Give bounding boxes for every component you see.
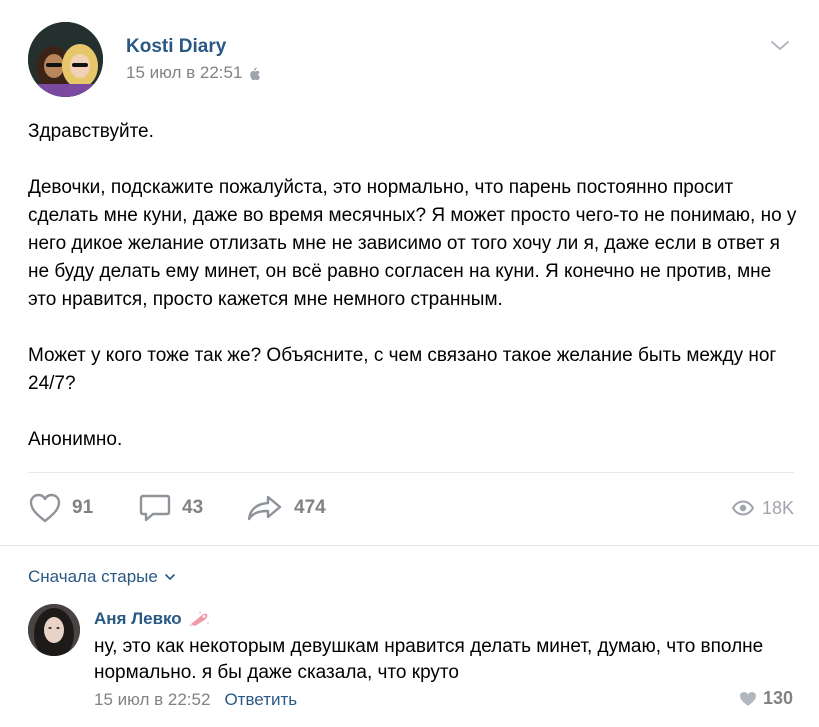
rocket-icon bbox=[188, 611, 209, 626]
comment-count: 43 bbox=[182, 497, 204, 518]
share-button[interactable]: 474 bbox=[246, 488, 326, 528]
comment-meta: 15 июл в 22:52 Ответить bbox=[94, 690, 297, 710]
divider bbox=[28, 472, 794, 473]
comment-author[interactable]: Аня Левко bbox=[94, 609, 210, 629]
sort-label: Сначала старые bbox=[28, 567, 158, 586]
comment-sort-dropdown[interactable]: Сначала старые bbox=[28, 567, 176, 587]
views-counter: 18K bbox=[731, 488, 794, 528]
comment-avatar[interactable] bbox=[28, 604, 80, 656]
post-actions: 91 43 474 18K bbox=[28, 488, 794, 528]
post-text: Здравствуйте. Девочки, подскажите пожалу… bbox=[28, 118, 798, 482]
comment-like-button[interactable]: 130 bbox=[739, 688, 793, 709]
views-count: 18K bbox=[761, 497, 794, 518]
comment-date[interactable]: 15 июл в 22:52 bbox=[94, 690, 210, 710]
apple-icon bbox=[248, 66, 261, 81]
comment-button[interactable]: 43 bbox=[138, 488, 203, 528]
post-paragraph: Девочки, подскажите пожалуйста, это норм… bbox=[28, 177, 797, 310]
reply-button[interactable]: Ответить bbox=[224, 690, 297, 710]
post-card: Kosti Diary 15 июл в 22:51 Здравствуйте.… bbox=[0, 0, 819, 727]
comment-author-name: Аня Левко bbox=[94, 609, 182, 628]
comment-icon bbox=[139, 494, 171, 522]
post-paragraph: Может у кого тоже так же? Объясните, с ч… bbox=[28, 345, 777, 394]
comment-like-count: 130 bbox=[762, 688, 793, 708]
post-paragraph: Анонимно. bbox=[28, 429, 123, 450]
post-date[interactable]: 15 июл в 22:51 bbox=[126, 63, 242, 83]
post-author[interactable]: Kosti Diary bbox=[126, 36, 226, 58]
group-avatar[interactable] bbox=[28, 22, 103, 97]
eye-icon bbox=[731, 500, 754, 516]
post-meta: 15 июл в 22:51 bbox=[126, 63, 261, 83]
like-count: 91 bbox=[72, 497, 94, 518]
chevron-down-icon bbox=[165, 574, 175, 581]
share-icon bbox=[247, 495, 282, 521]
heart-icon bbox=[29, 493, 61, 523]
post-paragraph: Здравствуйте. bbox=[28, 121, 154, 142]
divider bbox=[0, 545, 819, 546]
share-count: 474 bbox=[294, 497, 326, 518]
like-button[interactable]: 91 bbox=[28, 488, 93, 528]
chevron-down-icon[interactable] bbox=[769, 38, 791, 54]
comment-text: ну, это как некоторым девушкам нравится … bbox=[94, 636, 764, 683]
heart-icon bbox=[739, 691, 756, 706]
